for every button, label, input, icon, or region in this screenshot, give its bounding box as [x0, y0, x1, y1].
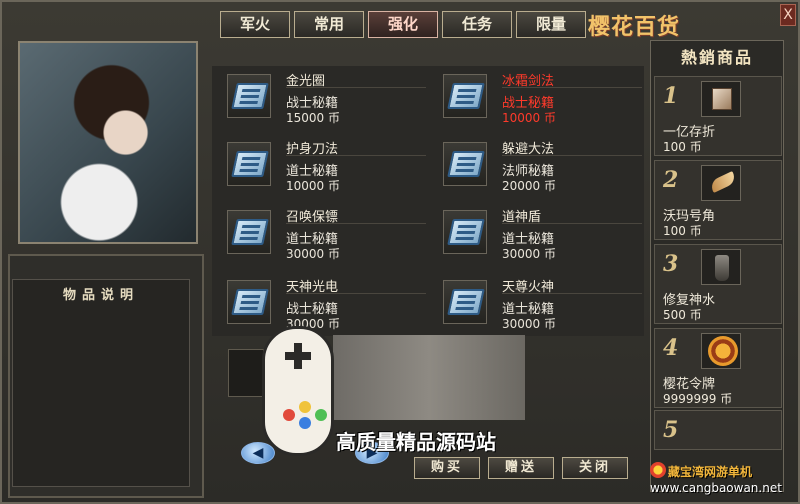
tab-limited[interactable]: 限量	[516, 11, 586, 38]
item-name: 冰霜剑法	[502, 70, 642, 89]
item-slot	[443, 142, 487, 186]
hot-item[interactable]: 4 樱花令牌 9999999 币	[654, 328, 782, 408]
empty-item-slot[interactable]	[228, 349, 264, 397]
item-slot	[443, 210, 487, 254]
watermark-site-name: 藏宝湾网游单机	[668, 465, 753, 479]
hot-item[interactable]: 2 沃玛号角 100 币	[654, 160, 782, 240]
store-brand-title: 樱花百货	[588, 15, 681, 40]
hot-item[interactable]: 3 修复神水 500 币	[654, 244, 782, 324]
shop-item[interactable]: 道神盾 道士秘籍 30000 币	[438, 202, 646, 266]
watermark-text: 高质量精品源码站	[336, 430, 496, 454]
hot-item-rank: 3	[663, 251, 679, 277]
skill-book-icon	[231, 151, 269, 177]
hot-item[interactable]: 5	[654, 410, 782, 450]
item-slot	[227, 280, 271, 324]
item-description-area	[12, 279, 190, 487]
skill-book-icon	[231, 289, 269, 315]
item-name: 天尊火神	[502, 276, 642, 295]
gamepad-logo-icon	[262, 326, 334, 456]
shop-item[interactable]: 护身刀法 道士秘籍 10000 币	[222, 134, 430, 198]
item-price: 15000 币	[286, 111, 340, 125]
button-dot-icon	[299, 401, 311, 413]
hot-item-rank: 4	[663, 335, 679, 361]
skill-book-icon	[447, 83, 485, 109]
hot-item[interactable]: 1 一亿存折 100 币	[654, 76, 782, 156]
item-name: 天神光电	[286, 276, 426, 295]
button-dot-icon	[299, 417, 311, 429]
prev-page-icon[interactable]: ◀	[241, 442, 275, 464]
gift-button[interactable]: 赠送	[488, 457, 554, 479]
hot-item-slot	[701, 165, 741, 201]
button-dot-icon	[283, 409, 295, 421]
close-button[interactable]: 关闭	[562, 457, 628, 479]
hot-sale-title: 熱銷商品	[680, 48, 753, 67]
shop-item[interactable]: 冰霜剑法 战士秘籍 10000 币	[438, 66, 646, 130]
item-price: 10000 币	[286, 179, 340, 193]
tab-munitions[interactable]: 军火	[220, 11, 290, 38]
horn-icon	[708, 171, 738, 193]
item-slot	[227, 142, 271, 186]
item-price: 10000 币	[502, 111, 556, 125]
item-name: 召唤保镖	[286, 206, 426, 225]
dpad-icon	[285, 343, 311, 369]
watermark-site-url: www.cangbaowan.net	[650, 481, 782, 495]
shop-item[interactable]: 金光圈 战士秘籍 15000 币	[222, 66, 430, 130]
close-icon[interactable]: X	[780, 4, 796, 26]
item-name: 道神盾	[502, 206, 642, 225]
skill-book-icon	[231, 219, 269, 245]
shop-item[interactable]: 躲避大法 法师秘籍 20000 币	[438, 134, 646, 198]
hot-item-slot	[701, 249, 741, 285]
hot-item-rank: 1	[663, 83, 679, 109]
skill-book-icon	[447, 151, 485, 177]
skill-book-icon	[447, 219, 485, 245]
item-price: 20000 币	[502, 179, 556, 193]
item-price: 30000 币	[502, 317, 556, 331]
shop-item[interactable]: 天尊火神 道士秘籍 30000 币	[438, 272, 646, 336]
item-name: 躲避大法	[502, 138, 642, 157]
shop-item[interactable]: 召唤保镖 道士秘籍 30000 币	[222, 202, 430, 266]
button-dot-icon	[315, 409, 327, 421]
item-slot	[227, 210, 271, 254]
potion-icon	[715, 255, 729, 281]
buy-button[interactable]: 购买	[414, 457, 480, 479]
item-name: 金光圈	[286, 70, 426, 89]
item-name: 护身刀法	[286, 138, 426, 157]
token-icon	[708, 336, 738, 366]
item-description-title: 物品说明	[62, 288, 139, 303]
tab-quest[interactable]: 任务	[442, 11, 512, 38]
character-portrait	[18, 41, 198, 244]
hot-item-price: 9999999 币	[663, 392, 733, 406]
site-logo-icon	[650, 462, 666, 478]
item-slot	[443, 280, 487, 324]
hot-item-slot	[701, 333, 741, 369]
skill-book-icon	[231, 83, 269, 109]
item-price: 30000 币	[286, 247, 340, 261]
passbook-icon	[712, 88, 732, 110]
skill-book-icon	[447, 289, 485, 315]
hot-item-price: 100 币	[663, 224, 702, 238]
hot-item-slot	[701, 81, 741, 117]
blurred-watermark	[333, 335, 525, 420]
hot-item-rank: 5	[663, 417, 679, 443]
hot-item-price: 100 币	[663, 140, 702, 154]
hot-item-rank: 2	[663, 167, 679, 193]
shop-item[interactable]: 天神光电 战士秘籍 30000 币	[222, 272, 430, 336]
item-slot	[227, 74, 271, 118]
item-price: 30000 币	[502, 247, 556, 261]
item-slot	[443, 74, 487, 118]
hot-item-price: 500 币	[663, 308, 702, 322]
tab-enhance[interactable]: 强化	[368, 11, 438, 38]
tab-common[interactable]: 常用	[294, 11, 364, 38]
